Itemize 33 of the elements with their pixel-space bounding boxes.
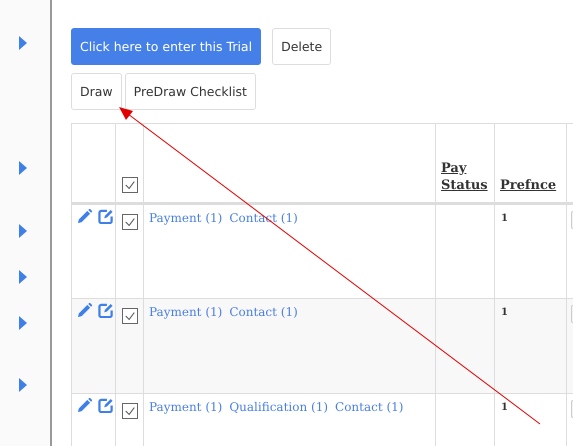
caret-right-icon[interactable]: [18, 224, 28, 238]
checkmark-icon: [124, 405, 136, 417]
pencil-icon[interactable]: [77, 398, 92, 413]
action-button[interactable]: Draw: [71, 73, 122, 110]
edit-icon[interactable]: [98, 303, 114, 318]
record-link[interactable]: Payment (1): [149, 400, 222, 414]
pencil-icon[interactable]: [77, 209, 92, 224]
row-checkbox[interactable]: [122, 308, 138, 324]
record-link[interactable]: Qualification (1): [229, 400, 328, 414]
action-button[interactable]: PreDraw Checklist: [124, 73, 256, 110]
record-link[interactable]: Contact (1): [229, 305, 298, 319]
checkmark-icon: [124, 216, 136, 228]
select-all-checkbox[interactable]: [122, 177, 138, 193]
row-checkbox[interactable]: [122, 403, 138, 419]
row-checkbox[interactable]: [122, 214, 138, 230]
record-link[interactable]: Contact (1): [335, 400, 404, 414]
table-cell: 1: [501, 402, 508, 413]
edit-icon[interactable]: [98, 398, 114, 413]
checkmark-icon: [124, 310, 136, 322]
record-link[interactable]: Payment (1): [149, 305, 222, 319]
action-button[interactable]: Delete: [272, 28, 332, 65]
pencil-icon[interactable]: [77, 303, 92, 318]
enter-trial-button[interactable]: Click here to enter this Trial: [71, 28, 262, 65]
checkmark-icon: [124, 179, 136, 191]
caret-right-icon[interactable]: [18, 161, 28, 175]
caret-right-icon[interactable]: [18, 270, 28, 284]
caret-right-icon[interactable]: [18, 378, 28, 392]
table-cell: 1: [501, 307, 508, 318]
table-cell: 1: [501, 213, 508, 224]
edit-icon[interactable]: [98, 209, 114, 224]
caret-right-icon[interactable]: [18, 316, 28, 330]
record-link[interactable]: Payment (1): [149, 211, 222, 225]
caret-right-icon[interactable]: [18, 36, 28, 50]
